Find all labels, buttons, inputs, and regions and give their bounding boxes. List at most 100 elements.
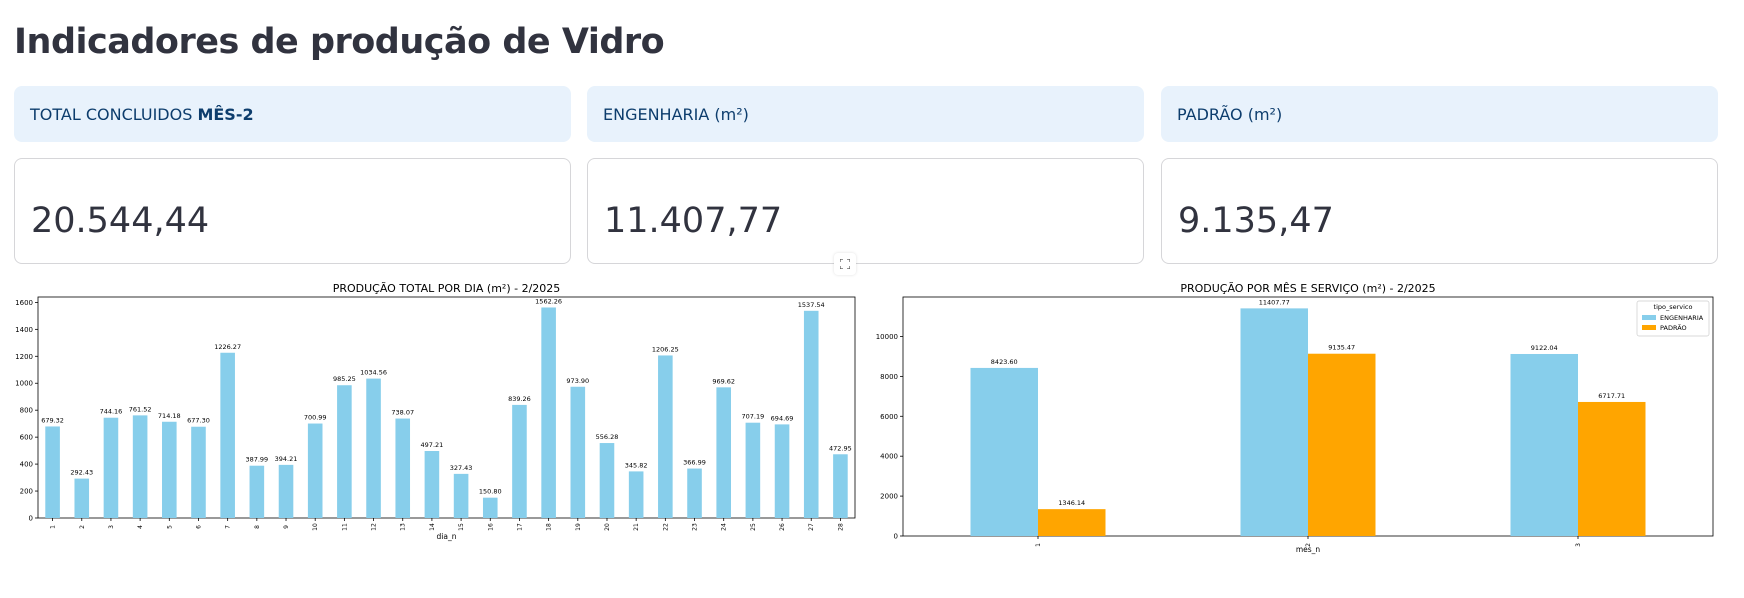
info-engenharia-label: ENGENHARIA (m²) (603, 104, 749, 124)
bar (570, 386, 586, 518)
y-tick-label: 800 (20, 407, 33, 415)
x-tick-label: 6 (195, 525, 202, 529)
x-tick-label: 16 (487, 523, 494, 531)
data-label: 694.69 (771, 414, 794, 422)
data-label: 394.21 (275, 455, 298, 463)
x-tick-label: 26 (779, 523, 786, 531)
x-tick-label: 2 (79, 525, 86, 529)
metric-value-total: 20.544,44 (31, 201, 210, 241)
legend-entry: ENGENHARIA (1660, 314, 1704, 322)
y-tick-label: 200 (20, 488, 33, 496)
data-label: 679.32 (41, 416, 64, 424)
data-label: 1206.25 (652, 345, 679, 353)
data-label: 345.82 (625, 461, 648, 469)
x-tick-label: 24 (721, 523, 728, 531)
bar (453, 473, 469, 518)
x-tick-label: 9 (283, 525, 290, 529)
bar (337, 385, 352, 518)
info-padrao-label: PADRÃO (m²) (1177, 104, 1283, 124)
chart-daily-production: PRODUÇÃO TOTAL POR DIA (m²) - 2/2025 0 200… (15, 282, 856, 541)
bar (1308, 353, 1376, 536)
metric-value-padrao: 9.135,47 (1178, 201, 1334, 241)
x-tick-label: 28 (837, 523, 844, 531)
chart-title: PRODUÇÃO POR MÊS E SERVIÇO (m²) - 2/2025 (1180, 282, 1435, 295)
x-tick-label: 10 (312, 523, 319, 531)
x-tick-label: 11 (341, 523, 348, 531)
bar (716, 387, 731, 518)
data-label: 9122.04 (1531, 344, 1558, 352)
data-label: 761.52 (129, 405, 152, 413)
legend-entry: PADRÃO (1660, 323, 1687, 332)
y-tick-label: 1400 (15, 326, 33, 334)
y-tick-label: 0 (29, 515, 33, 523)
x-tick-label: 4 (137, 525, 144, 529)
x-tick-label: 5 (166, 525, 173, 529)
data-label: 1562.26 (535, 297, 562, 305)
data-label: 327.43 (450, 464, 473, 472)
data-label: 700.99 (304, 414, 327, 422)
bar (970, 367, 1038, 536)
charts-figure: PRODUÇÃO TOTAL POR DIA (m²) - 2/20250200… (15, 282, 1714, 554)
data-label: 497.21 (421, 441, 444, 449)
bar (191, 426, 206, 518)
y-tick-label: 1000 (15, 380, 33, 388)
chart-title: PRODUÇÃO TOTAL POR DIA (m²) - 2/2025 (333, 282, 561, 295)
bar (45, 426, 60, 518)
data-label: 6717.71 (1598, 392, 1625, 400)
data-label: 9135.47 (1328, 344, 1355, 352)
x-tick-label: 12 (371, 523, 378, 531)
x-tick-label: 7 (225, 525, 232, 529)
bar (658, 355, 673, 518)
data-label: 8423.60 (991, 358, 1018, 366)
bar (628, 471, 644, 518)
bar (1240, 308, 1308, 536)
metric-card-total: 20.544,44 (14, 158, 571, 264)
data-label: 985.25 (333, 375, 356, 383)
info-box-engenharia: ENGENHARIA (m²) (587, 86, 1144, 142)
bar (220, 352, 235, 518)
data-label: 839.26 (508, 395, 531, 403)
x-tick-label: 19 (575, 523, 582, 531)
data-label: 150.80 (479, 488, 502, 496)
y-tick-label: 8000 (880, 373, 898, 381)
legend-swatch (1642, 325, 1656, 330)
info-total-bold: MÊS-2 (197, 104, 254, 124)
data-label: 973.90 (566, 377, 589, 385)
y-tick-label: 400 (20, 461, 33, 469)
data-label: 556.28 (596, 433, 619, 441)
bar (249, 465, 265, 518)
y-tick-label: 10000 (876, 333, 898, 341)
data-label: 677.30 (187, 417, 210, 425)
data-label: 472.95 (829, 444, 852, 452)
y-tick-label: 1600 (15, 299, 33, 307)
bar (74, 478, 90, 518)
x-tick-label: 22 (662, 523, 669, 531)
info-box-total: TOTAL CONCLUIDOS MÊS-2 (14, 86, 571, 142)
data-label: 738.07 (391, 409, 414, 417)
fullscreen-button[interactable] (834, 253, 856, 275)
legend-title: tipo_servico (1654, 303, 1693, 311)
x-tick-label: 20 (604, 523, 611, 531)
bar (1038, 509, 1106, 536)
x-axis-label: mes_n (1296, 545, 1321, 554)
bar (424, 450, 440, 518)
info-total-label: TOTAL CONCLUIDOS MÊS-2 (30, 105, 254, 124)
x-tick-label: 3 (1575, 543, 1582, 547)
info-total-prefix: TOTAL CONCLUIDOS (30, 104, 198, 124)
x-axis-label: dia_n (437, 532, 457, 541)
y-tick-label: 0 (894, 533, 898, 541)
bar (395, 418, 411, 518)
bar (745, 422, 761, 518)
x-tick-label: 8 (254, 525, 261, 529)
data-label: 1537.54 (798, 301, 825, 309)
x-tick-label: 15 (458, 523, 465, 531)
page-title: Indicadores de produção de Vidro (14, 22, 665, 62)
y-tick-label: 600 (20, 434, 33, 442)
data-label: 969.62 (712, 377, 735, 385)
info-box-padrao: PADRÃO (m²) (1161, 86, 1718, 142)
bar (541, 307, 556, 518)
bar (1578, 401, 1646, 536)
x-tick-label: 1 (50, 525, 57, 529)
x-tick-label: 27 (808, 523, 815, 531)
bar (162, 421, 177, 518)
